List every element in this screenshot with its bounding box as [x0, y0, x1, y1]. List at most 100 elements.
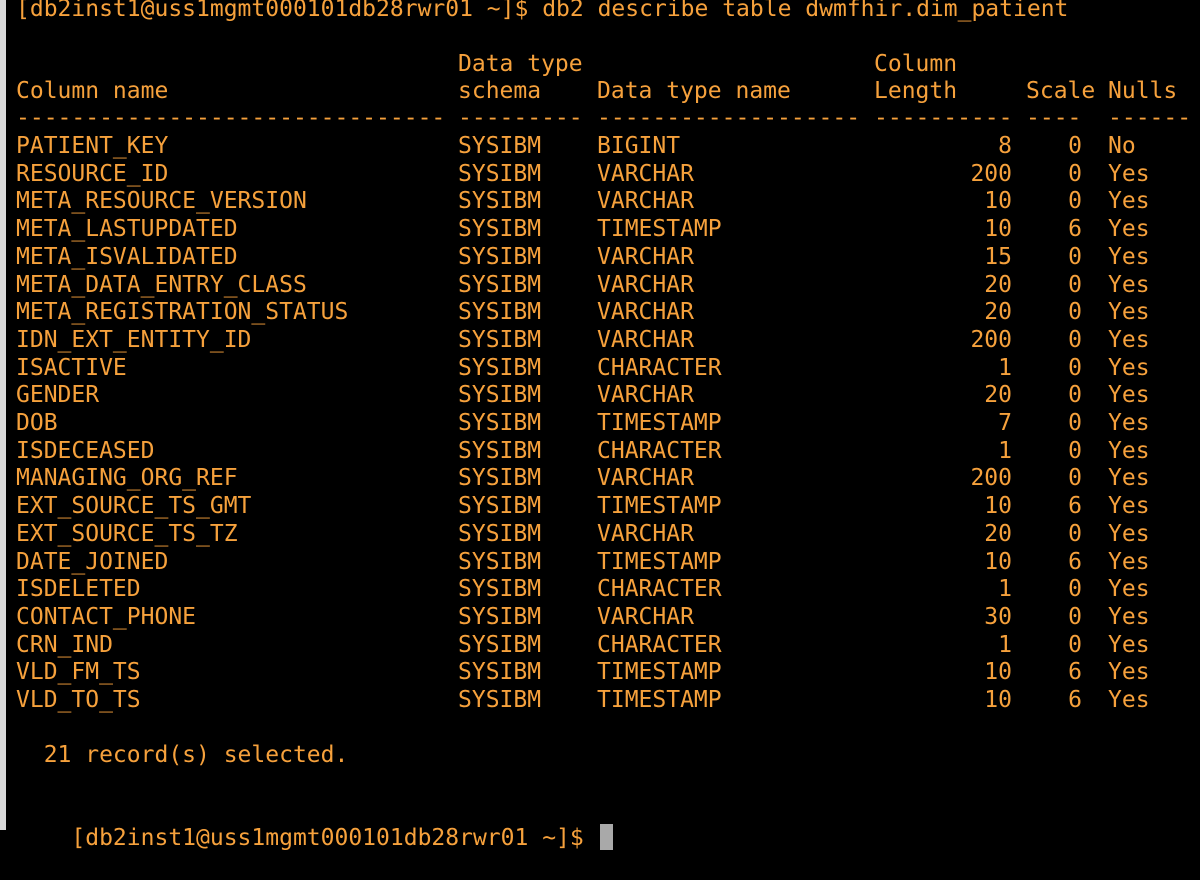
scale-cell: 0 [1068, 410, 1082, 436]
table-row: CONTACT_PHONE SYSIBM VARCHAR 30 0 Yes [16, 603, 1200, 631]
type-name-cell: CHARACTER [597, 576, 722, 603]
table-row: DOB SYSIBM TIMESTAMP 7 0 Yes [16, 409, 1200, 437]
nulls-cell: Yes [1108, 160, 1150, 187]
table-row: ISDELETED SYSIBM CHARACTER 1 0 Yes [16, 575, 1200, 603]
column-name-cell: META_LASTUPDATED [16, 216, 238, 243]
table-row: VLD_FM_TS SYSIBM TIMESTAMP 10 6 Yes [16, 658, 1200, 686]
table-row: ISACTIVE SYSIBM CHARACTER 1 0 Yes [16, 354, 1200, 382]
column-name-cell: DATE_JOINED [16, 548, 169, 575]
scale-cell: 0 [1068, 520, 1082, 547]
length-cell: 1 [998, 631, 1012, 658]
table-row: IDN_EXT_ENTITY_ID SYSIBM VARCHAR 200 0 Yes [16, 326, 1200, 354]
terminal-output[interactable]: [db2inst1@uss1mgmt000101db28rwr01 ~]$ db… [16, 0, 1200, 851]
scale-cell: 0 [1068, 188, 1082, 215]
schema-cell: SYSIBM [458, 465, 542, 492]
schema-cell: SYSIBM [458, 410, 542, 436]
header-row-1: Data type Column [16, 50, 1200, 78]
type-name-cell: CHARACTER [597, 631, 722, 658]
type-name-cell: VARCHAR [597, 271, 694, 298]
table-row: MANAGING_ORG_REF SYSIBM VARCHAR 200 0 Yes [16, 464, 1200, 492]
type-name-cell: TIMESTAMP [597, 659, 722, 686]
separator-schema: --------- [458, 105, 583, 131]
schema-cell: SYSIBM [458, 631, 542, 658]
scale-cell: 6 [1068, 216, 1082, 243]
length-cell: 20 [984, 520, 1012, 547]
nulls-cell: Yes [1108, 548, 1150, 575]
header-nulls: Nulls [1108, 78, 1178, 104]
separator-nulls: ------ [1108, 105, 1192, 131]
nulls-cell: Yes [1108, 437, 1150, 464]
length-cell: 10 [984, 188, 1012, 215]
schema-cell: SYSIBM [458, 133, 542, 159]
column-name-cell: DOB [16, 410, 58, 436]
nulls-cell: Yes [1108, 326, 1150, 353]
table-row: VLD_TO_TS SYSIBM TIMESTAMP 10 6 Yes [16, 686, 1200, 714]
column-name-cell: RESOURCE_ID [16, 160, 169, 187]
table-row: EXT_SOURCE_TS_GMT SYSIBM TIMESTAMP 10 6 Yes [16, 492, 1200, 520]
type-name-cell: VARCHAR [597, 326, 694, 353]
header-length: Length [874, 78, 958, 104]
table-row: META_ISVALIDATED SYSIBM VARCHAR 15 0 Yes [16, 243, 1200, 271]
nulls-cell: Yes [1108, 382, 1150, 409]
schema-cell: SYSIBM [458, 493, 542, 520]
column-name-cell: META_RESOURCE_VERSION [16, 188, 307, 215]
shell-prompt-line[interactable]: [db2inst1@uss1mgmt000101db28rwr01 ~]$ [16, 796, 613, 851]
column-name-cell: EXT_SOURCE_TS_GMT [16, 493, 252, 520]
nulls-cell: Yes [1108, 659, 1150, 686]
type-name-cell: CHARACTER [597, 354, 722, 381]
separator-row: ------------------------------- --------… [16, 104, 1200, 132]
table-row: DATE_JOINED SYSIBM TIMESTAMP 10 6 Yes [16, 548, 1200, 576]
scale-cell: 0 [1068, 603, 1082, 630]
scale-cell: 0 [1068, 160, 1082, 187]
header-type-name: Data type name [597, 78, 791, 104]
type-name-cell: TIMESTAMP [597, 687, 722, 713]
column-name-cell: META_DATA_ENTRY_CLASS [16, 271, 307, 298]
type-name-cell: TIMESTAMP [597, 548, 722, 575]
nulls-cell: Yes [1108, 465, 1150, 492]
scale-cell: 0 [1068, 354, 1082, 381]
type-name-cell: VARCHAR [597, 160, 694, 187]
table-row: META_RESOURCE_VERSION SYSIBM VARCHAR 10 0 Yes [16, 187, 1200, 215]
schema-cell: SYSIBM [458, 520, 542, 547]
scale-cell: 0 [1068, 437, 1082, 464]
length-cell: 200 [970, 160, 1012, 187]
type-name-cell: VARCHAR [597, 520, 694, 547]
type-name-cell: VARCHAR [597, 603, 694, 630]
records-selected-summary: 21 record(s) selected. [16, 742, 349, 768]
column-name-cell: GENDER [16, 382, 100, 409]
scale-cell: 0 [1068, 576, 1082, 603]
column-name-cell: VLD_TO_TS [16, 687, 141, 713]
length-cell: 1 [998, 437, 1012, 464]
type-name-cell: VARCHAR [597, 299, 694, 326]
length-cell: 20 [984, 271, 1012, 298]
header-scale: Scale [1026, 78, 1096, 104]
table-row: RESOURCE_ID SYSIBM VARCHAR 200 0 Yes [16, 160, 1200, 188]
length-cell: 200 [970, 465, 1012, 492]
header-column-name: Column name [16, 78, 169, 104]
column-name-cell: META_ISVALIDATED [16, 243, 238, 270]
scale-cell: 0 [1068, 133, 1082, 159]
scale-cell: 6 [1068, 659, 1082, 686]
header-row-2: Column name schema Data type name Length… [16, 77, 1200, 105]
column-name-cell: CRN_IND [16, 631, 113, 658]
length-cell: 10 [984, 493, 1012, 520]
header-length-line1: Column [874, 51, 958, 77]
column-name-cell: MANAGING_ORG_REF [16, 465, 238, 492]
scale-cell: 0 [1068, 299, 1082, 326]
column-name-cell: CONTACT_PHONE [16, 603, 197, 630]
schema-cell: SYSIBM [458, 382, 542, 409]
column-name-cell: EXT_SOURCE_TS_TZ [16, 520, 238, 547]
nulls-cell: Yes [1108, 410, 1150, 436]
shell-prompt: [db2inst1@uss1mgmt000101db28rwr01 ~]$ [71, 825, 598, 851]
scale-cell: 0 [1068, 631, 1082, 658]
scale-cell: 6 [1068, 687, 1082, 713]
schema-cell: SYSIBM [458, 659, 542, 686]
type-name-cell: VARCHAR [597, 382, 694, 409]
separator-type: ------------------- [597, 105, 860, 131]
scale-cell: 6 [1068, 548, 1082, 575]
schema-cell: SYSIBM [458, 576, 542, 603]
schema-cell: SYSIBM [458, 271, 542, 298]
nulls-cell: Yes [1108, 687, 1150, 713]
nulls-cell: Yes [1108, 216, 1150, 243]
schema-cell: SYSIBM [458, 160, 542, 187]
